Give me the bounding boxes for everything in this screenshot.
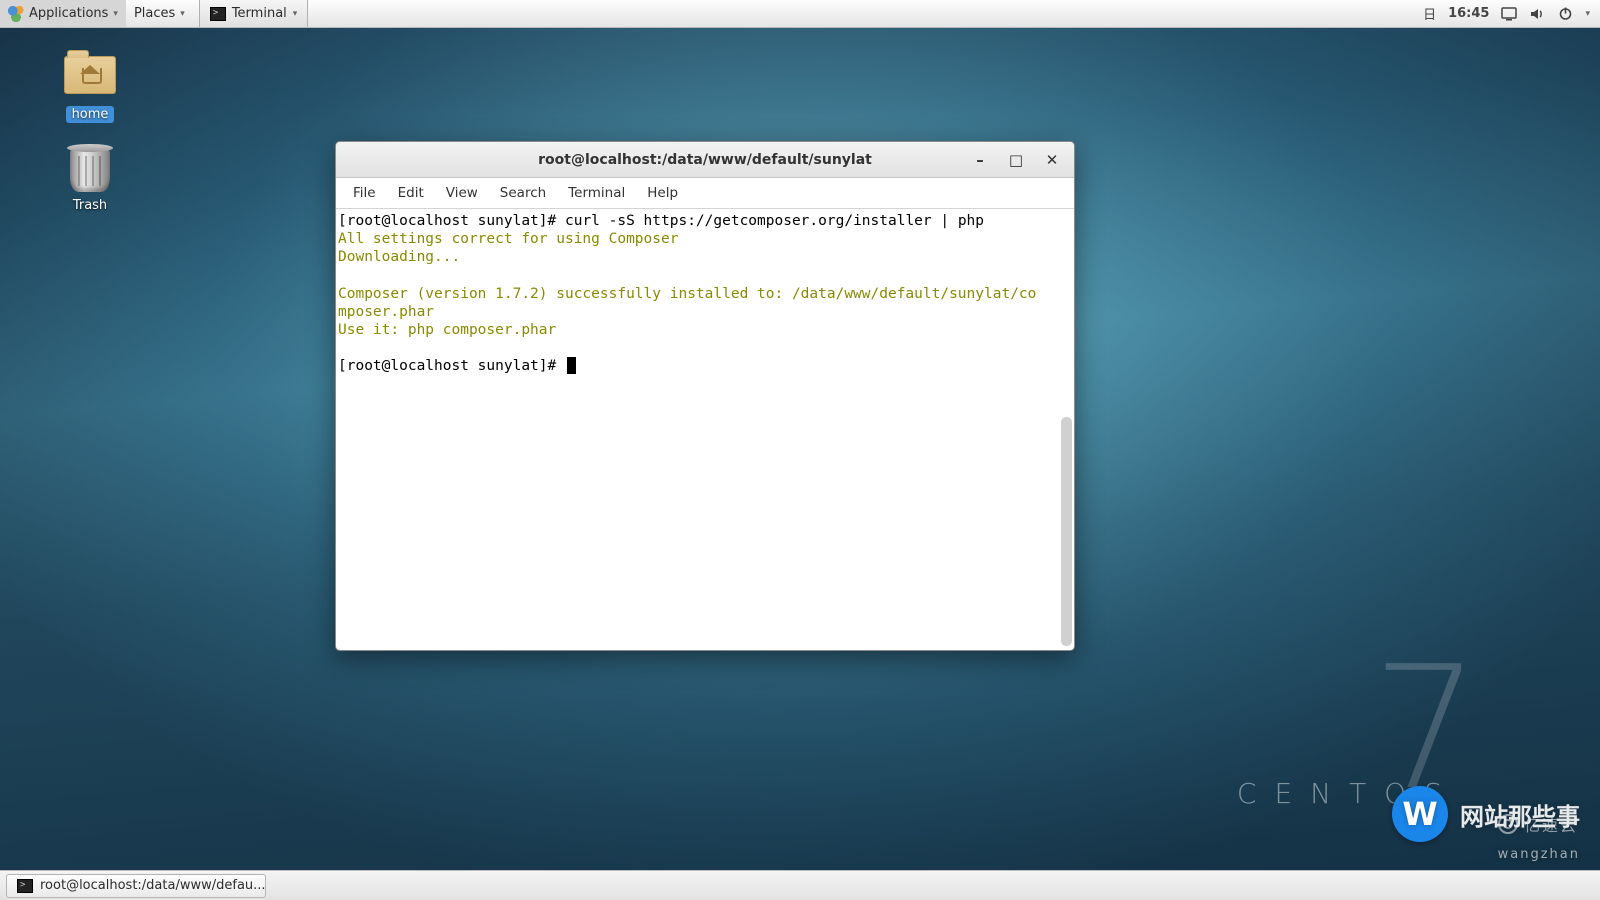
terminal-window: root@localhost:/data/www/default/sunylat…	[335, 141, 1075, 651]
clock-time[interactable]: 16:45	[1448, 6, 1489, 21]
home-folder-icon	[55, 56, 125, 102]
taskbar-entry-terminal[interactable]: root@localhost:/data/www/defau...	[6, 874, 266, 898]
window-titlebar[interactable]: root@localhost:/data/www/default/sunylat…	[336, 142, 1074, 178]
chevron-down-icon: ▾	[293, 9, 298, 19]
volume-icon[interactable]	[1529, 6, 1545, 22]
trash-icon	[55, 148, 125, 194]
terminal-scrollbar[interactable]	[1061, 417, 1072, 646]
chevron-down-icon: ▾	[180, 9, 185, 19]
term-cmd: curl -sS https://getcomposer.org/install…	[565, 213, 984, 229]
close-button[interactable]: ✕	[1042, 151, 1062, 169]
topbar-running-app[interactable]: Terminal ▾	[199, 0, 308, 27]
chevron-down-icon: ▾	[113, 9, 118, 19]
terminal-menubar: File Edit View Search Terminal Help	[336, 178, 1074, 209]
menu-search[interactable]: Search	[491, 181, 555, 205]
places-menu[interactable]: Places ▾	[126, 0, 193, 27]
minimize-button[interactable]: –	[970, 151, 990, 169]
places-menu-label: Places	[134, 6, 175, 21]
desktop-icon-trash[interactable]: Trash	[45, 148, 135, 213]
power-icon[interactable]	[1557, 6, 1573, 22]
applications-menu[interactable]: Applications ▾	[0, 0, 126, 27]
topbar-running-app-label: Terminal	[232, 6, 287, 21]
clock-day[interactable]: 日	[1423, 4, 1436, 23]
menu-help[interactable]: Help	[638, 181, 687, 205]
applications-menu-label: Applications	[29, 6, 108, 21]
menu-file[interactable]: File	[344, 181, 385, 205]
menu-edit[interactable]: Edit	[389, 181, 433, 205]
term-line: mposer.phar	[338, 304, 434, 320]
term-line: Use it: php composer.phar	[338, 322, 556, 338]
terminal-icon	[210, 7, 226, 21]
term-prompt: [root@localhost sunylat]#	[338, 358, 565, 374]
menu-terminal[interactable]: Terminal	[559, 181, 634, 205]
yiyun-watermark: 亿速云	[1498, 812, 1578, 836]
terminal-cursor	[567, 357, 576, 374]
desktop-icon-home[interactable]: home	[45, 52, 135, 123]
term-line: Downloading...	[338, 249, 460, 265]
watermark-subtext: wangzhan	[1498, 847, 1580, 862]
taskbar-entry-label: root@localhost:/data/www/defau...	[40, 878, 266, 893]
system-tray: 日 16:45 ▾	[1413, 0, 1600, 27]
maximize-button[interactable]: □	[1006, 151, 1026, 169]
window-title: root@localhost:/data/www/default/sunylat	[538, 152, 872, 168]
menu-view[interactable]: View	[437, 181, 487, 205]
terminal-icon	[17, 879, 33, 893]
desktop: Applications ▾ Places ▾ Terminal ▾ 日 16:…	[0, 0, 1600, 900]
gnome-foot-icon	[8, 6, 24, 22]
terminal-output[interactable]: [root@localhost sunylat]# curl -sS https…	[336, 209, 1074, 650]
term-line: All settings correct for using Composer	[338, 231, 678, 247]
screen-icon[interactable]	[1501, 6, 1517, 22]
term-line: Composer (version 1.7.2) successfully in…	[338, 286, 1036, 302]
yiyun-logo-icon	[1498, 814, 1518, 834]
chevron-down-icon: ▾	[1585, 9, 1590, 19]
desktop-icon-label: Trash	[73, 198, 107, 213]
yiyun-text: 亿速云	[1524, 812, 1578, 836]
desktop-icon-label: home	[66, 106, 115, 123]
term-prompt: [root@localhost sunylat]#	[338, 213, 565, 229]
watermark-badge-icon: W	[1392, 786, 1448, 842]
bottom-taskbar: root@localhost:/data/www/defau...	[0, 870, 1600, 900]
top-menu-bar: Applications ▾ Places ▾ Terminal ▾ 日 16:…	[0, 0, 1600, 28]
